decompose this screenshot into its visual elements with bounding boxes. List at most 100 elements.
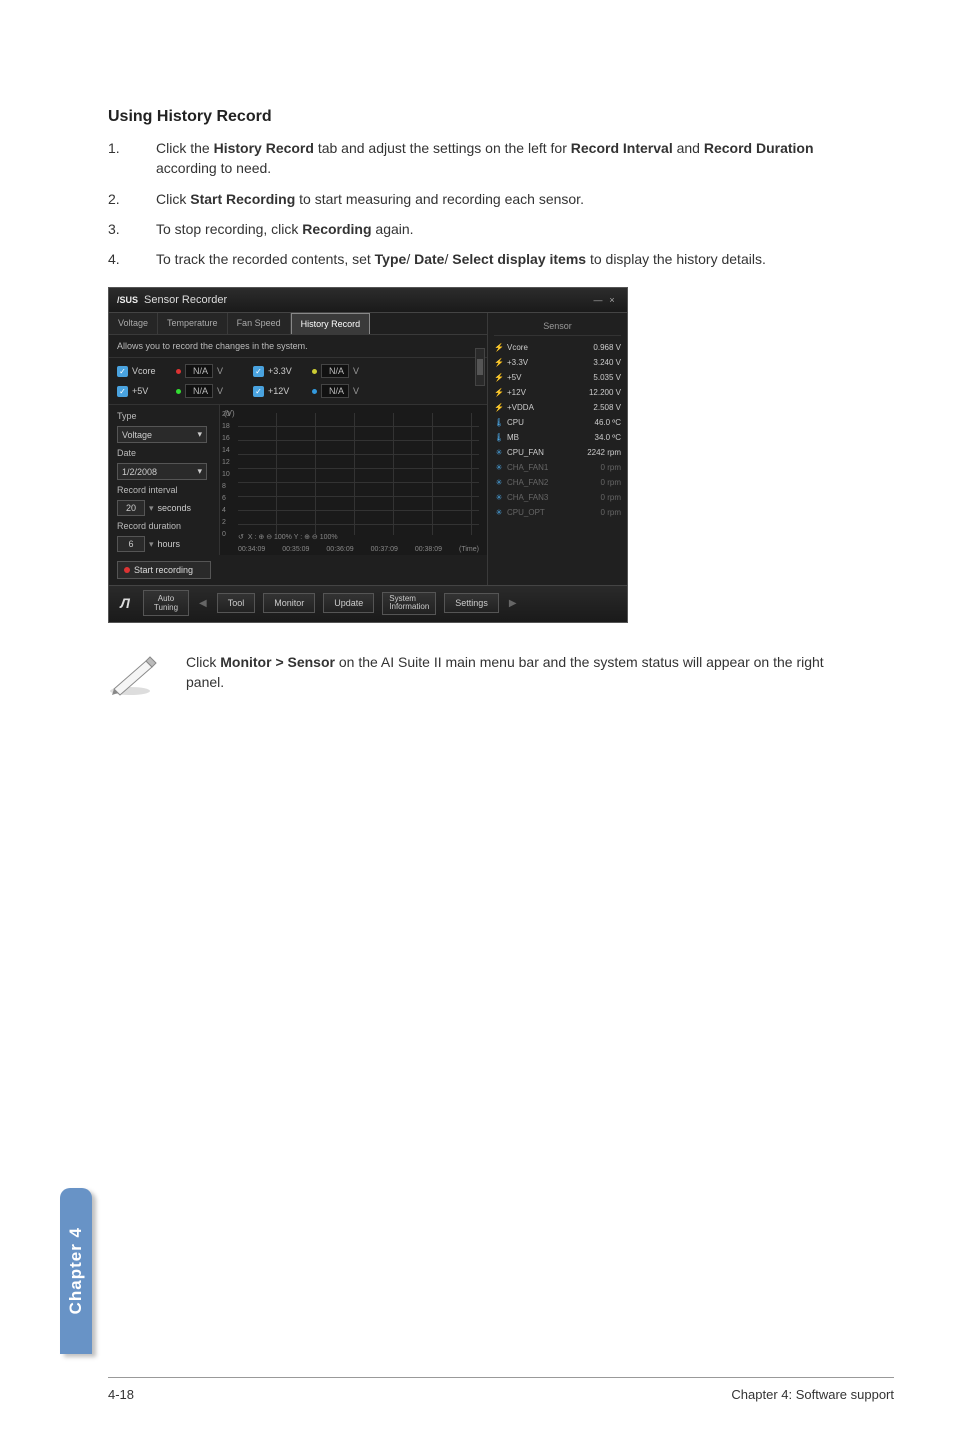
- voltage-row: ✓ +5V N/A V: [117, 384, 223, 398]
- step-text: Click Start Recording to start measuring…: [156, 189, 846, 209]
- checkbox-icon[interactable]: ✓: [117, 366, 128, 377]
- interval-label: Record interval: [117, 485, 211, 495]
- interval-input[interactable]: 20: [117, 500, 145, 516]
- step-1: 1. Click the History Record tab and adju…: [108, 138, 846, 179]
- color-dot: [176, 389, 181, 394]
- scrollbar[interactable]: [475, 348, 485, 386]
- voltage-row: ✓ Vcore N/A V: [117, 364, 223, 378]
- color-dot: [312, 369, 317, 374]
- chevron-down-icon: ▾: [197, 429, 202, 440]
- tab-bar: Voltage Temperature Fan Speed History Re…: [109, 313, 487, 335]
- voltage-row: ✓ +3.3V N/A V: [253, 364, 359, 378]
- bolt-icon: ⚡: [494, 358, 504, 367]
- duration-input[interactable]: 6: [117, 536, 145, 552]
- chevron-down-icon[interactable]: ▾: [149, 539, 154, 550]
- chart-grid: [238, 413, 479, 535]
- sensor-row: ✳CPU_FAN2242 rpm: [494, 445, 621, 460]
- checkbox-icon[interactable]: ✓: [253, 386, 264, 397]
- therm-icon: 🌡: [494, 433, 504, 442]
- color-dot: [176, 369, 181, 374]
- minimize-button[interactable]: —: [591, 295, 605, 305]
- sensor-row: ⚡+VDDA2.508 V: [494, 400, 621, 415]
- step-num: 3.: [108, 219, 156, 239]
- tab-temperature[interactable]: Temperature: [158, 313, 228, 334]
- bottom-toolbar: Л Auto Tuning ◀ Tool Monitor Update Syst…: [109, 585, 627, 622]
- close-button[interactable]: ×: [605, 295, 619, 305]
- page-number: 4-18: [108, 1387, 134, 1402]
- date-select[interactable]: 1/2/2008▾: [117, 463, 207, 480]
- nav-left-icon[interactable]: ◀: [197, 598, 209, 609]
- step-num: 2.: [108, 189, 156, 209]
- chart-controls: Type Voltage▾ Date 1/2/2008▾ Record inte…: [109, 405, 219, 585]
- bolt-icon: ⚡: [494, 403, 504, 412]
- tool-button[interactable]: Tool: [217, 593, 256, 613]
- nav-right-icon[interactable]: ▶: [507, 598, 519, 609]
- sensor-row: ✳CHA_FAN30 rpm: [494, 490, 621, 505]
- pencil-note-icon: [108, 653, 162, 697]
- step-text: Click the History Record tab and adjust …: [156, 138, 846, 179]
- sensor-panel-header: Sensor: [494, 317, 621, 336]
- ai-logo-icon: Л: [115, 595, 135, 611]
- fan-icon: ✳: [494, 448, 504, 457]
- sensor-row: ✳CHA_FAN10 rpm: [494, 460, 621, 475]
- fan-icon: ✳: [494, 493, 504, 502]
- description-text: Allows you to record the changes in the …: [109, 335, 487, 358]
- step-4: 4. To track the recorded contents, set T…: [108, 249, 846, 269]
- zoom-controls[interactable]: ↺ X : ⊕ ⊖ 100% Y : ⊕ ⊖ 100%: [238, 533, 479, 541]
- section-heading: Using History Record: [108, 108, 846, 126]
- scroll-thumb[interactable]: [477, 359, 483, 375]
- note-block: Click Monitor > Sensor on the AI Suite I…: [0, 653, 954, 697]
- fan-icon: ✳: [494, 478, 504, 487]
- tab-voltage[interactable]: Voltage: [109, 313, 158, 334]
- sensor-row: ✳CHA_FAN20 rpm: [494, 475, 621, 490]
- page-footer: 4-18 Chapter 4: Software support: [108, 1387, 894, 1402]
- duration-label: Record duration: [117, 521, 211, 531]
- sensor-row: ⚡Vcore0.968 V: [494, 340, 621, 355]
- step-text: To track the recorded contents, set Type…: [156, 249, 846, 269]
- settings-button[interactable]: Settings: [444, 593, 499, 613]
- therm-icon: 🌡: [494, 418, 504, 427]
- system-info-button[interactable]: System Information: [382, 592, 436, 616]
- chapter-label: Chapter 4: Software support: [731, 1387, 894, 1402]
- color-dot: [312, 389, 317, 394]
- tab-history-record[interactable]: History Record: [291, 313, 371, 334]
- sensor-row: 🌡CPU46.0 ºC: [494, 415, 621, 430]
- duration-unit: hours: [158, 539, 181, 549]
- sensor-row: ⚡+5V5.035 V: [494, 370, 621, 385]
- bolt-icon: ⚡: [494, 373, 504, 382]
- update-button[interactable]: Update: [323, 593, 374, 613]
- chevron-down-icon: ▾: [197, 466, 202, 477]
- brand-logo: /SUS: [117, 295, 138, 305]
- footer-divider: [108, 1377, 894, 1378]
- sensor-row: ✳CPU_OPT0 rpm: [494, 505, 621, 520]
- x-axis: 00:34:09 00:35:09 00:36:09 00:37:09 00:3…: [238, 546, 479, 553]
- window-title: Sensor Recorder: [144, 294, 591, 306]
- sensor-row: 🌡MB34.0 ºC: [494, 430, 621, 445]
- sensor-row: ⚡+12V12.200 V: [494, 385, 621, 400]
- type-label: Type: [117, 411, 211, 421]
- checkbox-icon[interactable]: ✓: [253, 366, 264, 377]
- sensor-panel: Sensor ⚡Vcore0.968 V⚡+3.3V3.240 V⚡+5V5.0…: [487, 313, 627, 585]
- fan-icon: ✳: [494, 463, 504, 472]
- bolt-icon: ⚡: [494, 388, 504, 397]
- checkbox-icon[interactable]: ✓: [117, 386, 128, 397]
- auto-tuning-button[interactable]: Auto Tuning: [143, 590, 189, 616]
- step-num: 1.: [108, 138, 156, 179]
- step-text: To stop recording, click Recording again…: [156, 219, 846, 239]
- chevron-down-icon[interactable]: ▾: [149, 503, 154, 514]
- reset-icon[interactable]: ↺: [238, 533, 244, 541]
- monitor-button[interactable]: Monitor: [263, 593, 315, 613]
- tab-fan-speed[interactable]: Fan Speed: [228, 313, 291, 334]
- type-select[interactable]: Voltage▾: [117, 426, 207, 443]
- step-2: 2. Click Start Recording to start measur…: [108, 189, 846, 209]
- sensor-row: ⚡+3.3V3.240 V: [494, 355, 621, 370]
- chapter-side-tab: Chapter 4: [60, 1188, 92, 1354]
- step-num: 4.: [108, 249, 156, 269]
- bolt-icon: ⚡: [494, 343, 504, 352]
- voltage-row: ✓ +12V N/A V: [253, 384, 359, 398]
- titlebar: /SUS Sensor Recorder — ×: [109, 288, 627, 313]
- start-recording-button[interactable]: Start recording: [117, 561, 211, 579]
- interval-unit: seconds: [158, 503, 192, 513]
- fan-icon: ✳: [494, 508, 504, 517]
- step-3: 3. To stop recording, click Recording ag…: [108, 219, 846, 239]
